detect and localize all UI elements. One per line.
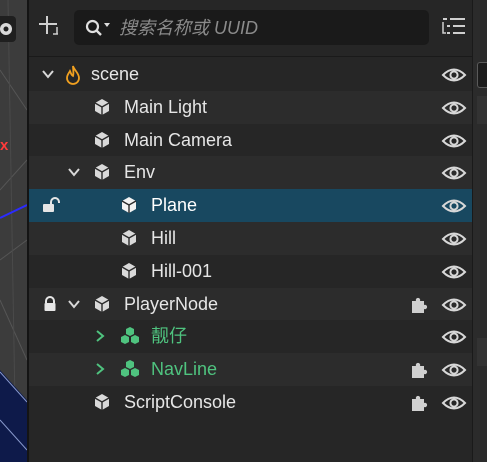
- plus-icon[interactable]: [37, 12, 61, 38]
- node-label: Main Camera: [124, 129, 233, 150]
- node-label: Main Light: [124, 96, 208, 117]
- chevron-down-icon[interactable]: [104, 23, 110, 27]
- node-label: PlayerNode: [124, 293, 219, 314]
- puzzle-icon: [410, 394, 428, 412]
- eye-icon[interactable]: [441, 196, 467, 216]
- tree-row[interactable]: NavLine: [29, 353, 472, 386]
- scene-flame-icon: [65, 65, 83, 85]
- node-label: Hill: [151, 227, 176, 248]
- inspector-checkbox[interactable]: [477, 62, 487, 88]
- tree-row[interactable]: scene: [29, 58, 472, 91]
- node-cube-icon: [93, 295, 111, 313]
- tree-row[interactable]: Env: [29, 156, 472, 190]
- tree-row[interactable]: Plane: [29, 189, 472, 222]
- eye-icon[interactable]: [441, 360, 467, 380]
- node-cube-icon: [120, 229, 138, 247]
- eye-icon[interactable]: [441, 131, 467, 151]
- search-box[interactable]: [74, 10, 429, 45]
- viewport-grid: [0, 0, 27, 462]
- axis-x-label: x: [0, 137, 9, 154]
- hierarchy-tree: scene Main Light Main Camera Env Plane H…: [29, 58, 472, 419]
- node-cube-icon: [120, 196, 138, 214]
- node-cube-icon: [93, 98, 111, 116]
- hierarchy-toolbar: [29, 0, 472, 57]
- eye-icon[interactable]: [441, 98, 467, 118]
- search-icon[interactable]: [85, 19, 103, 37]
- node-label: ScriptConsole: [124, 391, 237, 412]
- eye-icon[interactable]: [441, 229, 467, 249]
- tree-row[interactable]: PlayerNode: [29, 287, 472, 321]
- prefab-cubes-icon: [120, 327, 139, 345]
- inspector-section: [477, 338, 487, 366]
- prefab-cubes-icon: [120, 360, 139, 378]
- unlock-icon[interactable]: [42, 197, 60, 213]
- chevron-right-icon[interactable]: [93, 362, 107, 376]
- chevron-down-icon[interactable]: [41, 67, 55, 81]
- eye-icon[interactable]: [441, 65, 467, 85]
- tree-row[interactable]: 靓仔: [29, 320, 472, 353]
- chevron-right-icon[interactable]: [93, 329, 107, 343]
- eye-icon[interactable]: [441, 163, 467, 183]
- node-cube-icon: [93, 131, 111, 149]
- node-label: scene: [91, 64, 140, 84]
- node-label: 靓仔: [151, 326, 187, 347]
- tree-row[interactable]: Main Camera: [29, 124, 472, 157]
- chevron-down-icon[interactable]: [67, 165, 81, 179]
- eye-icon[interactable]: [441, 327, 467, 347]
- puzzle-icon: [410, 361, 428, 379]
- inspector-section: [477, 96, 487, 124]
- tree-row[interactable]: Main Light: [29, 90, 472, 124]
- inspector-edge: [472, 0, 487, 462]
- node-cube-icon: [120, 262, 138, 280]
- node-label: Plane: [151, 195, 198, 216]
- tree-row[interactable]: ScriptConsole: [29, 386, 472, 419]
- node-label: Env: [124, 162, 156, 183]
- scene-viewport[interactable]: x: [0, 0, 27, 462]
- tree-row[interactable]: Hill-001: [29, 255, 472, 288]
- puzzle-icon: [410, 296, 428, 314]
- lock-icon[interactable]: [42, 295, 58, 312]
- gear-icon[interactable]: [0, 16, 16, 42]
- eye-icon[interactable]: [441, 393, 467, 413]
- node-label: Hill-001: [151, 260, 213, 281]
- node-cube-icon: [93, 163, 111, 181]
- collapse-list-icon[interactable]: [441, 14, 467, 38]
- chevron-down-icon[interactable]: [67, 297, 81, 311]
- node-label: NavLine: [151, 359, 218, 380]
- search-input[interactable]: [117, 15, 421, 41]
- node-cube-icon: [93, 393, 111, 411]
- eye-icon[interactable]: [441, 295, 467, 315]
- eye-icon[interactable]: [441, 262, 467, 282]
- tree-row[interactable]: Hill: [29, 221, 472, 255]
